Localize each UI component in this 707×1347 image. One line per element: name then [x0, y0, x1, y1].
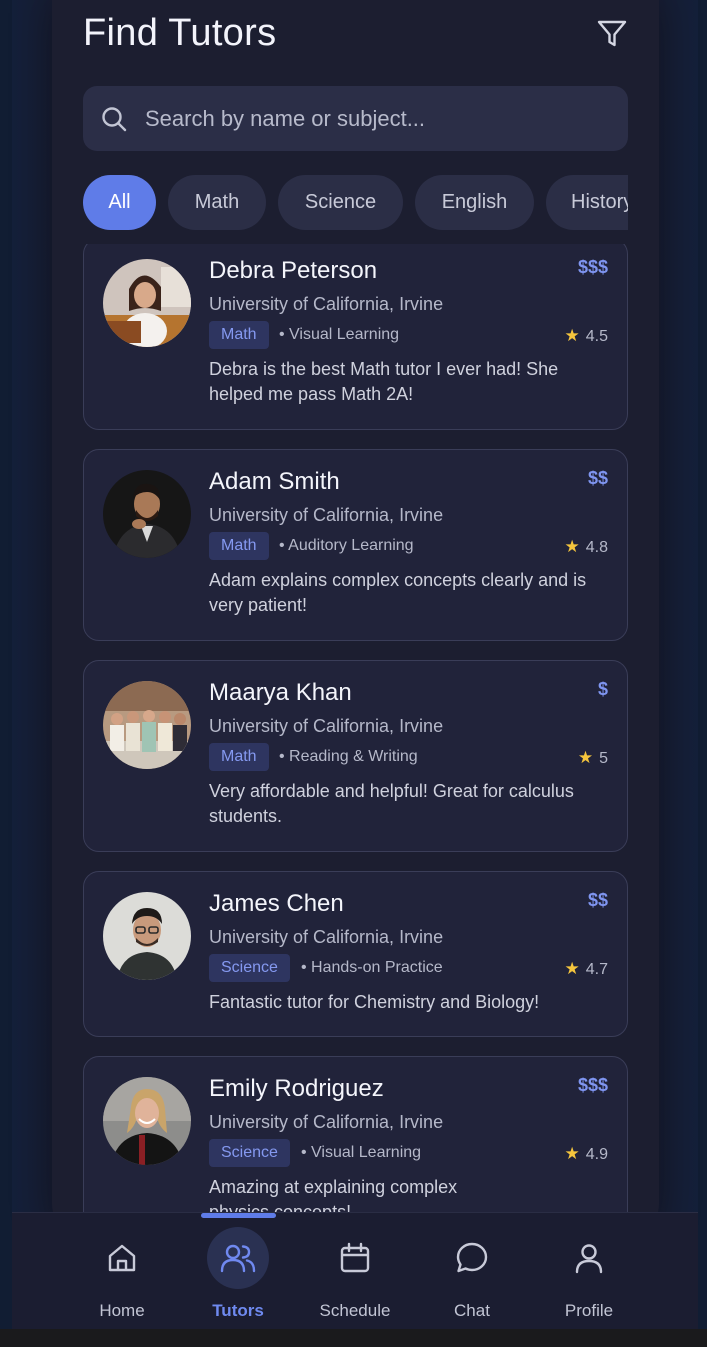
- tutor-university: University of California, Irvine: [209, 294, 444, 314]
- price-level: $$$: [577, 1075, 608, 1095]
- search-input[interactable]: [145, 86, 605, 151]
- chat-bubble-icon: [456, 1242, 488, 1273]
- learning-style: • Hands-on Practice: [301, 959, 443, 976]
- tutor-university: University of California, Irvine: [209, 505, 444, 525]
- nav-tutors[interactable]: Tutors: [188, 1227, 288, 1321]
- tutor-name: Debra Peterson: [209, 257, 378, 284]
- tutor-review: Adam explains complex concepts clearly a…: [209, 570, 587, 615]
- nav-profile[interactable]: Profile: [539, 1227, 639, 1321]
- search-bar: [83, 86, 628, 151]
- tutor-list: Debra Peterson $$$ University of Califor…: [83, 244, 628, 1212]
- calendar-icon: [340, 1242, 370, 1273]
- active-tab-indicator: [201, 1213, 276, 1218]
- tutor-card[interactable]: Maarya Khan $ University of California, …: [83, 660, 628, 852]
- star-icon: ★: [564, 1144, 580, 1163]
- chip-history[interactable]: History: [546, 175, 628, 230]
- rating: ★ 4.9: [565, 1144, 609, 1164]
- rating-value: 4.5: [585, 328, 608, 345]
- rating: ★ 5: [578, 748, 608, 768]
- user-icon: [575, 1244, 603, 1274]
- tutor-card[interactable]: Adam Smith $$ University of California, …: [83, 449, 628, 641]
- tutor-card[interactable]: James Chen $$ University of California, …: [83, 871, 628, 1037]
- subject-filter-chips: All Math Science English History: [83, 175, 628, 231]
- tutor-review: Amazing at explaining complex physics co…: [209, 1177, 458, 1212]
- price-level: $: [597, 679, 608, 699]
- star-icon: ★: [564, 326, 580, 345]
- avatar: [103, 892, 191, 980]
- chip-english[interactable]: English: [415, 175, 534, 230]
- avatar: [103, 470, 191, 558]
- rating: ★ 4.7: [565, 959, 609, 979]
- home-icon: [108, 1244, 136, 1272]
- tutor-card[interactable]: Emily Rodriguez $$$ University of Califo…: [83, 1056, 628, 1212]
- chip-science[interactable]: Science: [278, 175, 403, 230]
- star-icon: ★: [564, 959, 580, 978]
- rating: ★ 4.8: [565, 537, 609, 557]
- avatar: [103, 681, 191, 769]
- nav-label: Schedule: [319, 1301, 391, 1320]
- price-level: $$: [587, 468, 608, 488]
- tutor-review: Fantastic tutor for Chemistry and Biolog…: [209, 992, 540, 1012]
- filter-button[interactable]: [594, 16, 630, 52]
- search-icon: [102, 107, 127, 132]
- tutor-card[interactable]: Debra Peterson $$$ University of Califor…: [83, 244, 628, 430]
- avatar: [103, 259, 191, 347]
- rating-value: 4.7: [585, 961, 608, 978]
- subject-tag: Science: [209, 954, 290, 982]
- learning-style: • Visual Learning: [301, 1144, 422, 1161]
- tutor-name: Adam Smith: [209, 468, 340, 495]
- subject-tag: Math: [209, 321, 269, 349]
- nav-label: Tutors: [212, 1301, 264, 1320]
- learning-style: • Visual Learning: [279, 326, 400, 343]
- users-icon: [220, 1244, 256, 1273]
- tutor-review: Debra is the best Math tutor I ever had!…: [209, 359, 559, 404]
- page-title: Find Tutors: [83, 12, 277, 54]
- subject-tag: Math: [209, 532, 269, 560]
- tutor-university: University of California, Irvine: [209, 1112, 444, 1132]
- tutor-university: University of California, Irvine: [209, 927, 444, 947]
- nav-label: Home: [99, 1301, 145, 1320]
- rating-value: 4.8: [585, 539, 608, 556]
- bottom-navigation: Home Tutors Schedule Chat Profile: [12, 1212, 698, 1329]
- chip-math[interactable]: Math: [168, 175, 266, 230]
- nav-label: Chat: [454, 1301, 490, 1320]
- star-icon: ★: [564, 537, 580, 556]
- chip-all[interactable]: All: [83, 175, 156, 230]
- rating: ★ 4.5: [565, 326, 609, 346]
- nav-schedule[interactable]: Schedule: [305, 1227, 405, 1321]
- price-level: $$: [587, 890, 608, 910]
- subject-tag: Math: [209, 743, 269, 771]
- tutor-name: Emily Rodriguez: [209, 1075, 384, 1102]
- tutor-name: James Chen: [209, 890, 344, 917]
- avatar: [103, 1077, 191, 1165]
- tutor-review: Very affordable and helpful! Great for c…: [209, 781, 574, 826]
- tutor-name: Maarya Khan: [209, 679, 352, 706]
- learning-style: • Auditory Learning: [279, 537, 414, 554]
- nav-label: Profile: [564, 1301, 614, 1320]
- nav-home[interactable]: Home: [72, 1227, 172, 1321]
- subject-tag: Science: [209, 1139, 290, 1167]
- price-level: $$$: [577, 257, 608, 277]
- star-icon: ★: [577, 748, 594, 767]
- filter-icon: [597, 20, 627, 47]
- rating-value: 4.9: [585, 1146, 608, 1163]
- tutor-university: University of California, Irvine: [209, 716, 444, 736]
- learning-style: • Reading & Writing: [279, 748, 418, 765]
- rating-value: 5: [599, 750, 608, 767]
- nav-chat[interactable]: Chat: [422, 1227, 522, 1321]
